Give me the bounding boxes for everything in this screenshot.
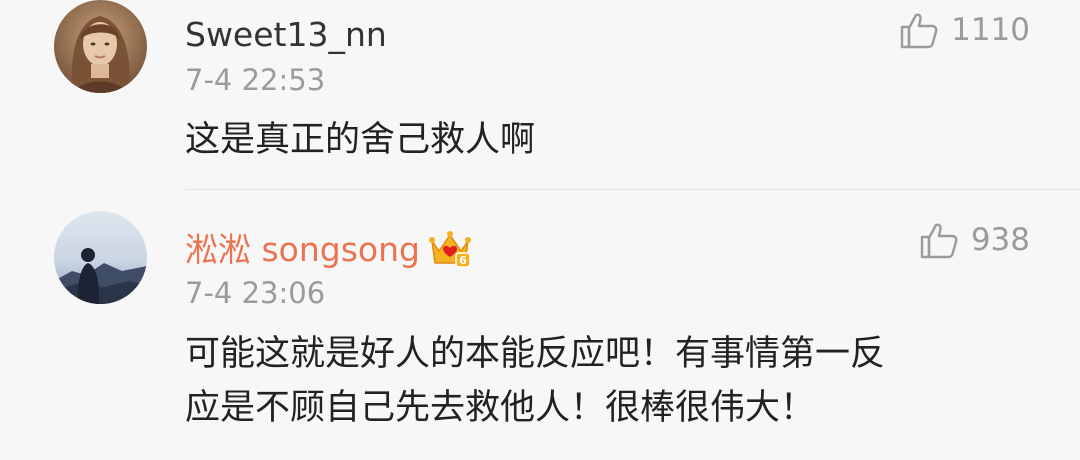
comment-text: 这是真正的舍己救人啊 [185, 113, 535, 167]
user-avatar[interactable] [54, 211, 147, 304]
username-text: 淞淞 songsong [185, 229, 420, 269]
like-button[interactable]: 1110 [899, 10, 1030, 50]
mountain-person-avatar-icon [54, 211, 147, 304]
comment-timestamp: 7-4 22:53 [185, 63, 326, 97]
like-count: 1110 [951, 11, 1030, 48]
comment-text-line: 应是不顾自己先去救他人！很棒很伟大！ [185, 388, 816, 428]
comment-text-line: 这是真正的舍己救人啊 [185, 120, 536, 160]
vip-level: 6 [459, 254, 467, 267]
username[interactable]: 淞淞 songsong 6 [185, 229, 472, 269]
thumbs-up-icon [920, 223, 958, 259]
comment-item: 淞淞 songsong 6 7-4 23:06 可能这就是好人的本能反应吧！有事… [0, 190, 1080, 460]
like-button[interactable]: 938 [919, 220, 1030, 260]
thumbs-up-icon [900, 13, 938, 49]
portrait-avatar-icon [54, 0, 147, 93]
comment-item: Sweet13_nn 7-4 22:53 这是真正的舍己救人啊 1110 [0, 0, 1080, 190]
comment-timestamp: 7-4 23:06 [185, 276, 326, 310]
user-avatar[interactable] [54, 0, 147, 93]
username[interactable]: Sweet13_nn [185, 18, 387, 51]
comment-feed: Sweet13_nn 7-4 22:53 这是真正的舍己救人啊 1110 淞淞 … [0, 0, 1080, 460]
comment-text: 可能这就是好人的本能反应吧！有事情第一反 应是不顾自己先去救他人！很棒很伟大！ [185, 327, 885, 435]
comment-text-line: 可能这就是好人的本能反应吧！有事情第一反 [185, 334, 886, 374]
like-count: 938 [970, 221, 1030, 258]
vip-crown-icon[interactable]: 6 [428, 229, 472, 269]
